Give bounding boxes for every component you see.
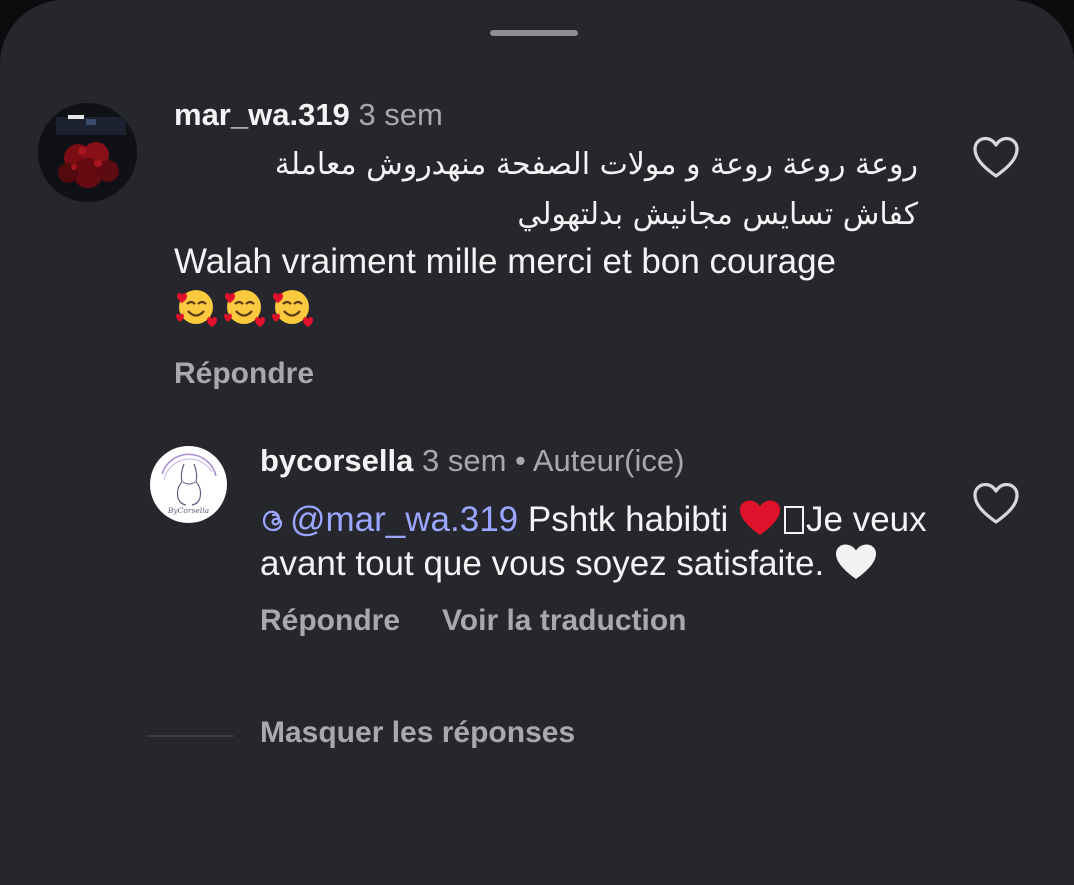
drag-handle[interactable]	[490, 30, 578, 36]
comments-sheet: mar_wa.319 3 sem روعة روعة روعة و مولات …	[0, 0, 1074, 885]
like-button[interactable]	[972, 482, 1020, 526]
mention-link[interactable]: @mar_wa.319	[260, 500, 518, 539]
username[interactable]: bycorsella	[260, 443, 413, 478]
avatar-logo-text: ByCorsella	[167, 506, 209, 515]
comment-text-arabic-line2: كفاش تسايس مجانيش بدلتهولي	[517, 197, 918, 232]
mention-text: @mar_wa.319	[290, 500, 519, 539]
timestamp: 3 sem	[358, 97, 443, 132]
threads-icon	[262, 510, 283, 532]
reply-text: @mar_wa.319 Pshtk habibti Je veux avant …	[260, 498, 960, 586]
avatar[interactable]	[38, 103, 137, 202]
heart-outline-icon	[973, 482, 1019, 524]
reply-text-part1: Pshtk habibti	[527, 500, 729, 539]
username[interactable]: mar_wa.319	[174, 97, 350, 132]
comment-text-french: Walah vraiment mille merci et bon courag…	[174, 242, 837, 281]
comment-text: Walah vraiment mille merci et bon courag…	[174, 240, 934, 339]
author-badge: Auteur(ice)	[532, 443, 685, 478]
separator-dot: •	[515, 443, 526, 478]
comment-actions: Répondre	[174, 357, 934, 391]
comment-text-arabic-line1: روعة روعة روعة و مولات الصفحة منهدروش مع…	[274, 147, 918, 182]
reply-actions: Répondre Voir la traduction	[260, 604, 960, 638]
comment: mar_wa.319 3 sem روعة روعة روعة و مولات …	[174, 96, 934, 391]
comment-header: mar_wa.319 3 sem	[174, 96, 934, 134]
reply-button[interactable]: Répondre	[260, 604, 400, 637]
avatar-roses-image	[38, 103, 137, 202]
heart-outline-icon	[973, 136, 1019, 178]
hide-replies-button[interactable]: Masquer les réponses	[260, 716, 575, 750]
reply-header: bycorsella 3 sem • Auteur(ice)	[260, 442, 960, 480]
like-button[interactable]	[972, 136, 1020, 180]
avatar-bycorsella[interactable]: ByCorsella	[150, 446, 227, 523]
white-heart-icon	[835, 544, 876, 579]
reply-comment: bycorsella 3 sem • Auteur(ice) @mar_wa.3…	[260, 442, 960, 638]
replies-divider	[146, 735, 234, 737]
red-heart-icon	[740, 500, 781, 535]
missing-glyph-box	[784, 506, 805, 534]
smiling-face-with-hearts-icon	[174, 284, 316, 339]
timestamp: 3 sem	[422, 443, 507, 478]
see-translation-button[interactable]: Voir la traduction	[442, 604, 686, 637]
comment-text-arabic: روعة روعة روعة و مولات الصفحة منهدروش مع…	[174, 140, 918, 240]
reply-button[interactable]: Répondre	[174, 357, 314, 390]
bycorsella-logo: ByCorsella	[151, 447, 226, 522]
